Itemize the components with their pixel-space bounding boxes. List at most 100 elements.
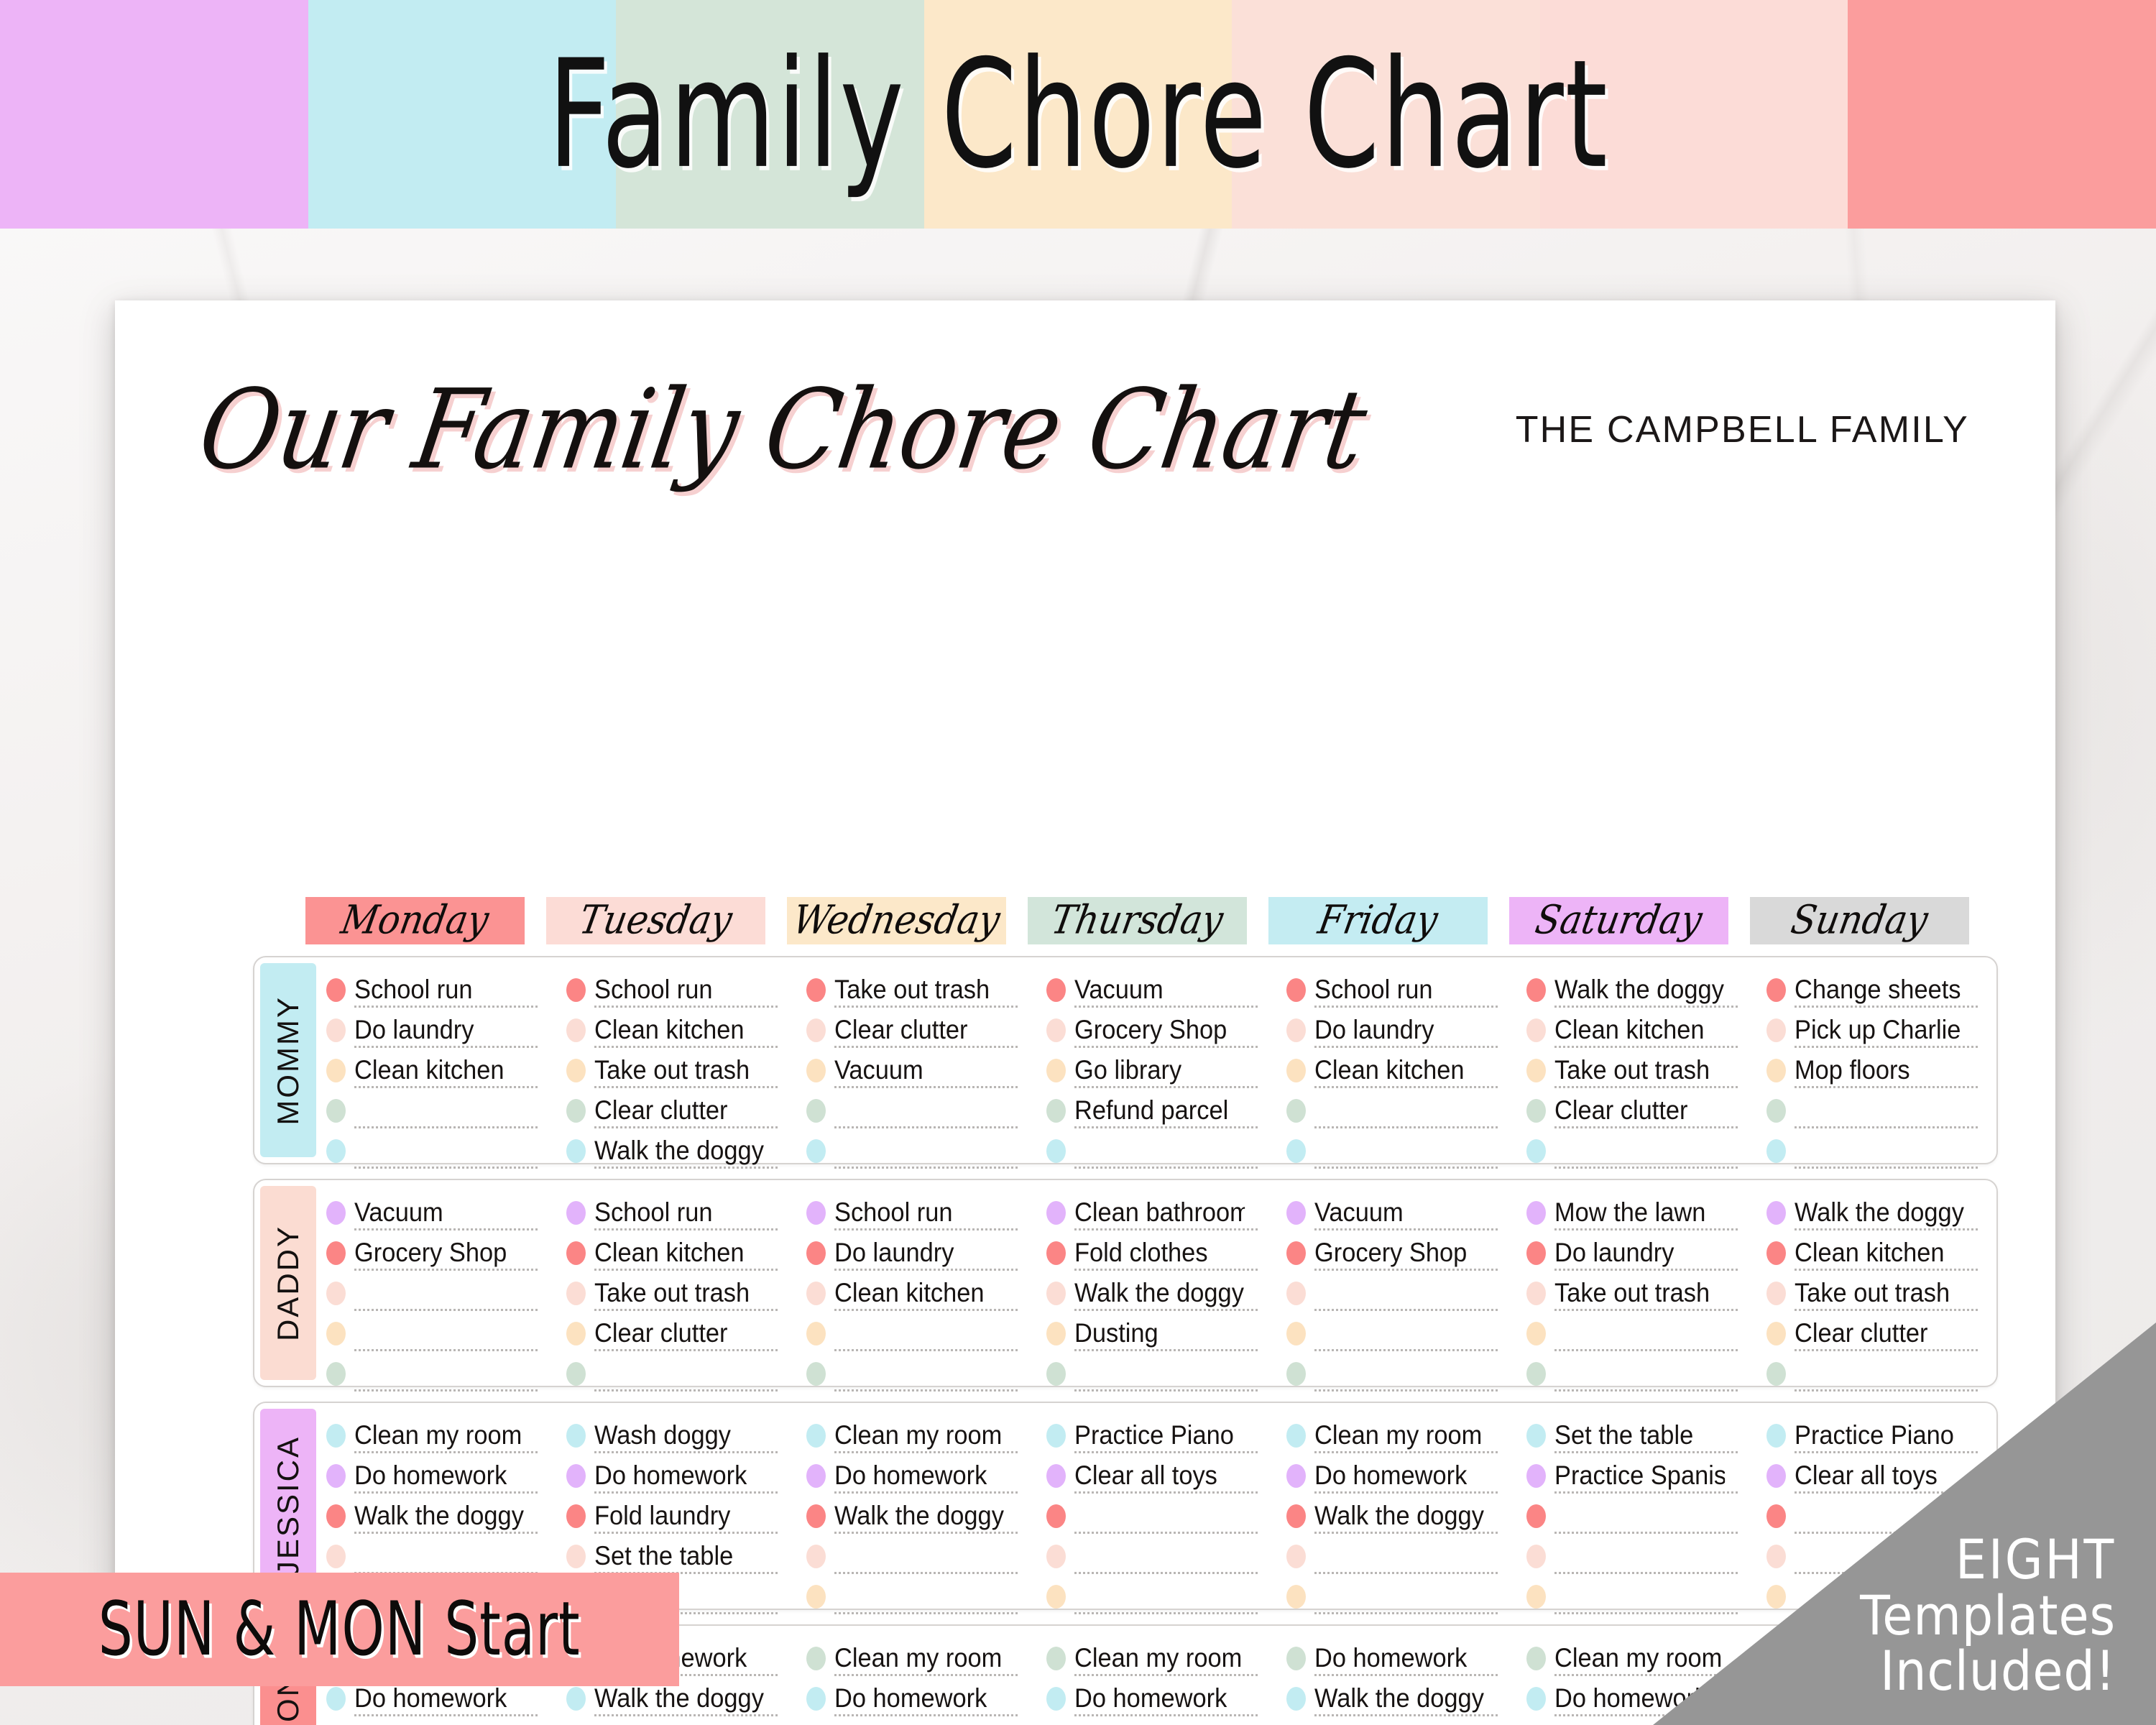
task-row[interactable]: Walk the doggy [1046,1271,1258,1311]
task-write-line[interactable] [354,1276,538,1311]
task-write-line[interactable] [1554,1540,1738,1574]
task-checkbox-dot[interactable] [1766,1018,1786,1042]
task-row[interactable]: Clean kitchen [1286,1048,1498,1088]
task-row[interactable] [806,1311,1018,1351]
task-checkbox-dot[interactable] [806,978,826,1002]
task-checkbox-dot[interactable] [1526,1099,1546,1123]
task-write-line[interactable] [1795,1094,1978,1128]
task-checkbox-dot[interactable] [1046,1647,1066,1670]
task-row[interactable] [326,1271,538,1311]
task-checkbox-dot[interactable] [1286,1201,1306,1225]
task-row[interactable]: Dusting [1046,1311,1258,1351]
task-checkbox-dot[interactable] [1286,978,1306,1002]
task-checkbox-dot[interactable] [1526,1464,1546,1488]
task-row[interactable]: Clean my room [326,1413,538,1453]
task-row[interactable]: Do homework [1046,1676,1258,1716]
task-row[interactable] [1286,1716,1498,1725]
task-row[interactable]: Do laundry [1286,1008,1498,1048]
task-checkbox-dot[interactable] [1286,1282,1306,1305]
task-checkbox-dot[interactable] [1046,1099,1066,1123]
task-row[interactable] [1046,1128,1258,1169]
task-row[interactable]: Do laundry [1526,1230,1738,1271]
task-row[interactable]: Fold clothes [1046,1230,1258,1271]
task-checkbox-dot[interactable] [1286,1241,1306,1265]
task-checkbox-dot[interactable] [1286,1687,1306,1711]
task-checkbox-dot[interactable] [1526,1241,1546,1265]
task-checkbox-dot[interactable] [806,1139,826,1163]
task-row[interactable]: Take out trash [806,967,1018,1008]
task-checkbox-dot[interactable] [326,1322,346,1346]
task-row[interactable] [1286,1351,1498,1392]
task-write-line[interactable]: Do homework [1074,1682,1258,1716]
task-write-line[interactable]: Fold laundry [594,1499,778,1534]
task-checkbox-dot[interactable] [1526,1545,1546,1568]
task-checkbox-dot[interactable] [806,1282,826,1305]
task-row[interactable]: Grocery Shop [326,1230,538,1271]
task-write-line[interactable] [834,1317,1018,1351]
task-checkbox-dot[interactable] [1766,1322,1786,1346]
task-row[interactable] [806,1574,1018,1614]
task-write-line[interactable]: Walk the doggy [594,1682,778,1716]
task-checkbox-dot[interactable] [806,1099,826,1123]
task-row[interactable]: Take out trash [1526,1271,1738,1311]
task-write-line[interactable] [1074,1134,1258,1169]
task-checkbox-dot[interactable] [1046,1585,1066,1609]
task-write-line[interactable]: Do laundry [1554,1236,1738,1271]
task-checkbox-dot[interactable] [566,1504,586,1528]
task-write-line[interactable]: Clean bathroom [1074,1196,1258,1230]
task-checkbox-dot[interactable] [566,1424,586,1448]
task-row[interactable]: Practice Spanish [1526,1453,1738,1494]
task-write-line[interactable]: Fold clothes [1074,1236,1258,1271]
task-row[interactable]: Clean bathroom [1046,1190,1258,1230]
task-checkbox-dot[interactable] [1526,1139,1546,1163]
task-row[interactable] [1526,1534,1738,1574]
task-row[interactable]: Walk the doggy [806,1716,1018,1725]
task-write-line[interactable]: Walk the doggy [594,1134,778,1169]
task-checkbox-dot[interactable] [1046,1059,1066,1082]
task-row[interactable] [326,1716,538,1725]
task-write-line[interactable]: Clear clutter [594,1317,778,1351]
task-row[interactable] [1766,1128,1978,1169]
task-checkbox-dot[interactable] [566,1201,586,1225]
task-write-line[interactable]: Grocery Shop [1314,1236,1498,1271]
task-write-line[interactable] [1554,1134,1738,1169]
task-write-line[interactable]: Do homework [834,1682,1018,1716]
task-checkbox-dot[interactable] [806,1687,826,1711]
task-write-line[interactable]: Walk the doggy [354,1499,538,1534]
task-write-line[interactable]: Clean kitchen [594,1013,778,1048]
task-row[interactable]: Do homework [806,1676,1018,1716]
task-checkbox-dot[interactable] [1526,978,1546,1002]
task-row[interactable]: Walk the doggy [1286,1676,1498,1716]
task-checkbox-dot[interactable] [806,1545,826,1568]
task-row[interactable] [566,1351,778,1392]
task-checkbox-dot[interactable] [566,1241,586,1265]
task-write-line[interactable] [1074,1499,1258,1534]
task-write-line[interactable] [594,1722,778,1725]
task-row[interactable]: Clear clutter [806,1008,1018,1048]
task-write-line[interactable]: Practice Spanish [1554,1459,1738,1494]
task-checkbox-dot[interactable] [326,1139,346,1163]
task-checkbox-dot[interactable] [1766,978,1786,1002]
task-row[interactable] [1526,1311,1738,1351]
task-write-line[interactable] [1554,1580,1738,1614]
task-write-line[interactable] [1314,1134,1498,1169]
task-row[interactable]: Set the table [1526,1413,1738,1453]
task-row[interactable]: School run [326,967,538,1008]
task-write-line[interactable]: Refund parcel [1074,1094,1258,1128]
task-checkbox-dot[interactable] [326,1099,346,1123]
task-row[interactable]: Clean my room [1046,1636,1258,1676]
task-checkbox-dot[interactable] [326,1464,346,1488]
task-checkbox-dot[interactable] [326,1059,346,1082]
task-checkbox-dot[interactable] [326,1241,346,1265]
task-write-line[interactable]: Take out trash [834,973,1018,1008]
task-row[interactable]: Clean kitchen [326,1048,538,1088]
task-row[interactable]: Practice Piano [1766,1413,1978,1453]
task-write-line[interactable] [1314,1722,1498,1725]
task-checkbox-dot[interactable] [1526,1322,1546,1346]
task-row[interactable]: Walk the doggy [1286,1494,1498,1534]
task-write-line[interactable]: Clean my room [1314,1419,1498,1453]
task-write-line[interactable] [354,1722,538,1725]
task-checkbox-dot[interactable] [1286,1322,1306,1346]
task-write-line[interactable] [1554,1317,1738,1351]
task-write-line[interactable]: Take out trash [1795,1276,1978,1311]
